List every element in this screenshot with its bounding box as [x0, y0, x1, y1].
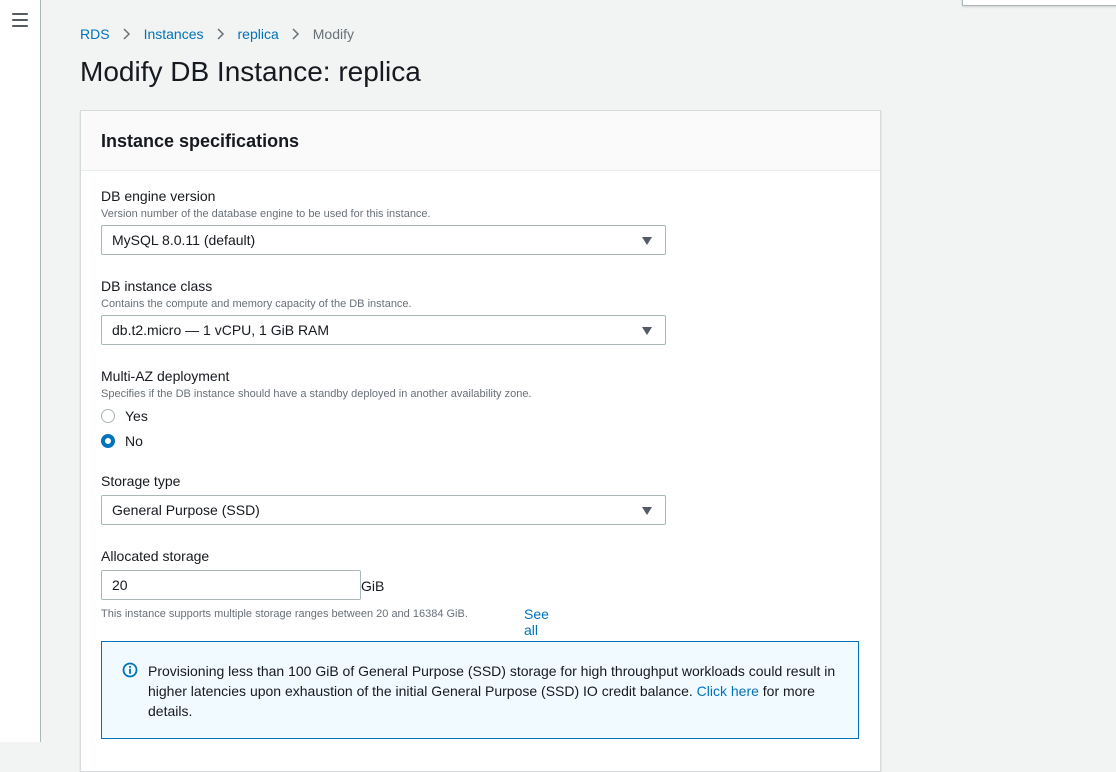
caret-down-icon [642, 237, 652, 245]
engine-version-value: MySQL 8.0.11 (default) [112, 232, 256, 248]
caret-down-icon [642, 327, 652, 335]
caret-down-icon [642, 507, 652, 515]
engine-version-field: DB engine version Version number of the … [101, 188, 666, 255]
allocated-storage-field: Allocated storage GiB This instance supp… [101, 548, 549, 638]
side-navigation-rail [0, 0, 41, 742]
instance-specifications-panel: Instance specifications DB engine versio… [80, 110, 881, 772]
breadcrumb-current: Modify [312, 26, 354, 42]
multi-az-label: Multi-AZ deployment [101, 368, 230, 384]
radio-yes-label: Yes [125, 408, 148, 424]
breadcrumb: RDS Instances replica Modify [80, 26, 354, 42]
multi-az-description: Specifies if the DB instance should have… [101, 388, 532, 400]
breadcrumb-replica[interactable]: replica [238, 26, 279, 42]
panel-header: Instance specifications [81, 111, 880, 171]
see-all-link[interactable]: See all [524, 606, 549, 638]
multi-az-yes-option[interactable]: Yes [101, 408, 148, 424]
allocated-storage-unit: GiB [361, 578, 385, 594]
info-message: Provisioning less than 100 GiB of Genera… [148, 661, 848, 721]
storage-type-value: General Purpose (SSD) [112, 502, 260, 518]
panel-title: Instance specifications [101, 131, 300, 151]
instance-class-label: DB instance class [101, 278, 213, 294]
instance-class-field: DB instance class Contains the compute a… [101, 278, 666, 345]
multi-az-no-option[interactable]: No [101, 433, 143, 449]
radio-no-label: No [125, 433, 143, 449]
storage-info-alert: Provisioning less than 100 GiB of Genera… [101, 641, 859, 739]
chevron-right-icon [216, 28, 224, 40]
storage-type-label: Storage type [101, 473, 181, 489]
page-title: Modify DB Instance: replica [80, 56, 421, 87]
multi-az-field: Multi-AZ deployment Specifies if the DB … [101, 368, 532, 449]
radio-yes[interactable] [101, 409, 115, 423]
engine-version-label: DB engine version [101, 188, 216, 204]
chevron-right-icon [123, 28, 130, 40]
info-icon [122, 662, 138, 678]
engine-version-select[interactable]: MySQL 8.0.11 (default) [101, 225, 666, 255]
storage-type-select[interactable]: General Purpose (SSD) [101, 495, 666, 525]
top-popover-edge [962, 0, 1116, 6]
instance-class-description: Contains the compute and memory capacity… [101, 298, 412, 310]
storage-type-field: Storage type General Purpose (SSD) [101, 473, 666, 525]
radio-no[interactable] [101, 434, 115, 448]
breadcrumb-instances[interactable]: Instances [144, 26, 204, 42]
instance-class-select[interactable]: db.t2.micro — 1 vCPU, 1 GiB RAM [101, 315, 666, 345]
click-here-link[interactable]: Click here [697, 683, 759, 699]
allocated-storage-constraint: This instance supports multiple storage … [101, 608, 468, 620]
breadcrumb-rds[interactable]: RDS [80, 26, 110, 42]
allocated-storage-label: Allocated storage [101, 548, 210, 564]
allocated-storage-input[interactable] [101, 570, 361, 600]
hamburger-menu-icon[interactable] [12, 13, 28, 27]
engine-version-description: Version number of the database engine to… [101, 208, 431, 220]
instance-class-value: db.t2.micro — 1 vCPU, 1 GiB RAM [112, 322, 330, 338]
chevron-right-icon [292, 28, 299, 40]
